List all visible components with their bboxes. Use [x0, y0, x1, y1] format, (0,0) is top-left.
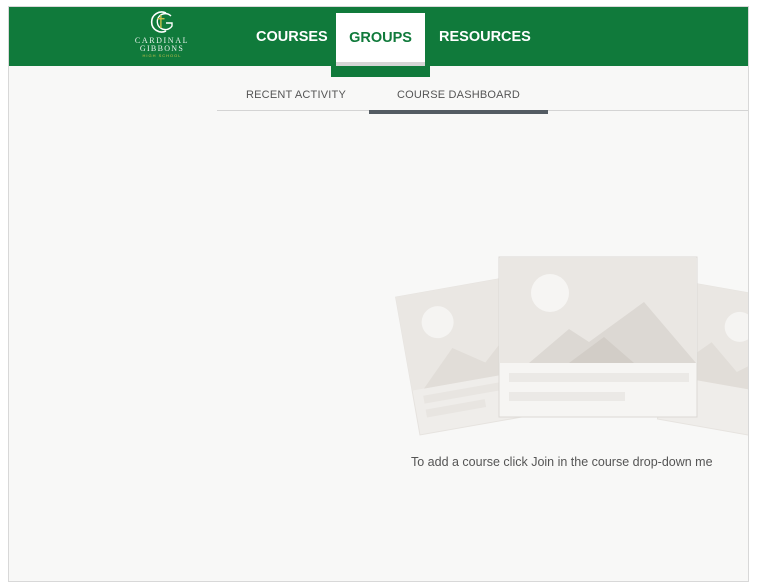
- app-window: CARDINAL GIBBONS HIGH SCHOOL COURSES GRO…: [8, 6, 749, 582]
- nav-resources[interactable]: RESOURCES: [439, 7, 531, 66]
- tab-course-dashboard[interactable]: COURSE DASHBOARD: [369, 87, 548, 114]
- cg-monogram-icon: [150, 11, 173, 33]
- sub-navigation: RECENT ACTIVITY COURSE DASHBOARD: [217, 87, 748, 114]
- placeholder-cards-image-icon: [389, 247, 748, 452]
- empty-state-message: To add a course click Join in the course…: [411, 455, 713, 469]
- nav-groups-label: GROUPS: [336, 13, 425, 66]
- tab-recent-activity[interactable]: RECENT ACTIVITY: [246, 87, 346, 111]
- nav-groups-active[interactable]: GROUPS: [331, 7, 430, 77]
- nav-courses[interactable]: COURSES: [256, 7, 328, 66]
- top-navigation-bar: CARDINAL GIBBONS HIGH SCHOOL COURSES GRO…: [9, 7, 748, 77]
- school-logo[interactable]: CARDINAL GIBBONS HIGH SCHOOL: [117, 9, 207, 65]
- logo-text-line3: HIGH SCHOOL: [142, 53, 182, 58]
- logo-text-line2: GIBBONS: [139, 44, 185, 53]
